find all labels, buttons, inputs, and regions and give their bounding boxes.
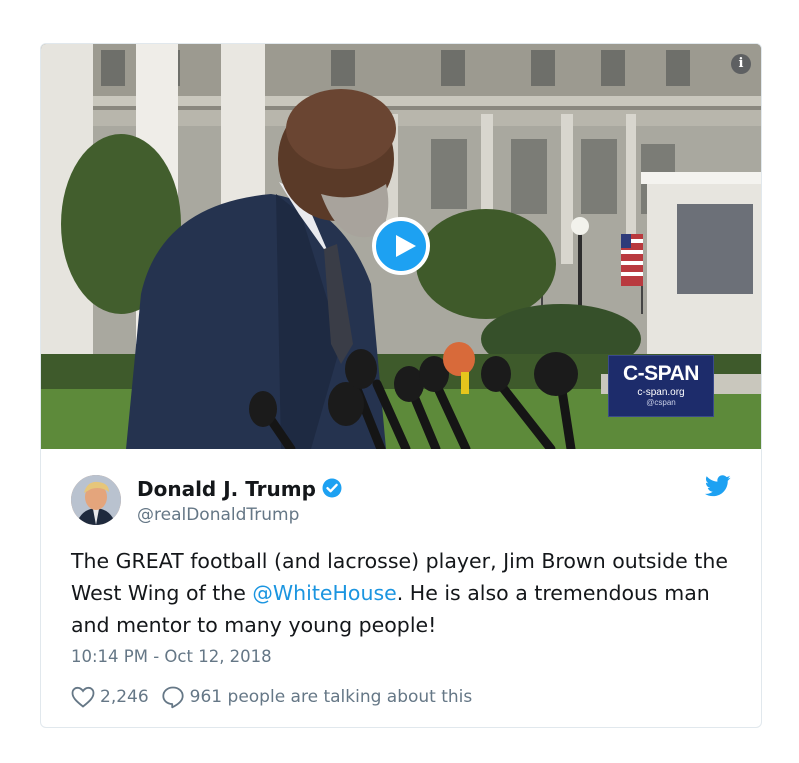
cspan-watermark-url: c-span.org [637,387,685,398]
avatar[interactable] [71,475,121,525]
cspan-watermark-handle: @cspan [646,398,676,407]
cspan-watermark: C-SPAN c-span.org @cspan [608,355,714,417]
video-thumbnail[interactable]: i C-SPAN c-span.org @cspan [41,44,761,449]
heart-icon [71,686,95,708]
tweet-card: i C-SPAN c-span.org @cspan Donald J. Tru… [40,43,762,728]
speech-bubble-icon [162,686,184,709]
reply-button[interactable]: 961 people are talking about this [161,684,473,710]
tweet-actions: 2,246 961 people are talking about this [71,684,472,710]
twitter-bird-icon[interactable] [705,475,731,497]
play-button[interactable] [372,217,430,275]
info-icon[interactable]: i [731,54,751,74]
like-count: 2,246 [100,687,149,707]
avatar-image [71,475,121,525]
display-name[interactable]: Donald J. Trump [137,477,342,501]
tweet-body: Donald J. Trump @realDonaldTrump The GRE… [41,449,761,727]
display-name-text: Donald J. Trump [137,477,316,501]
user-handle[interactable]: @realDonaldTrump [137,504,299,526]
cspan-watermark-main: C-SPAN [623,362,699,385]
talking-count: 961 people are talking about this [189,687,473,707]
like-button[interactable]: 2,246 [71,684,149,710]
verified-badge-icon [322,478,342,498]
tweet-timestamp[interactable]: 10:14 PM - Oct 12, 2018 [71,646,272,668]
mention-link[interactable]: @WhiteHouse [252,581,396,605]
tweet-text: The GREAT football (and lacrosse) player… [71,545,741,641]
